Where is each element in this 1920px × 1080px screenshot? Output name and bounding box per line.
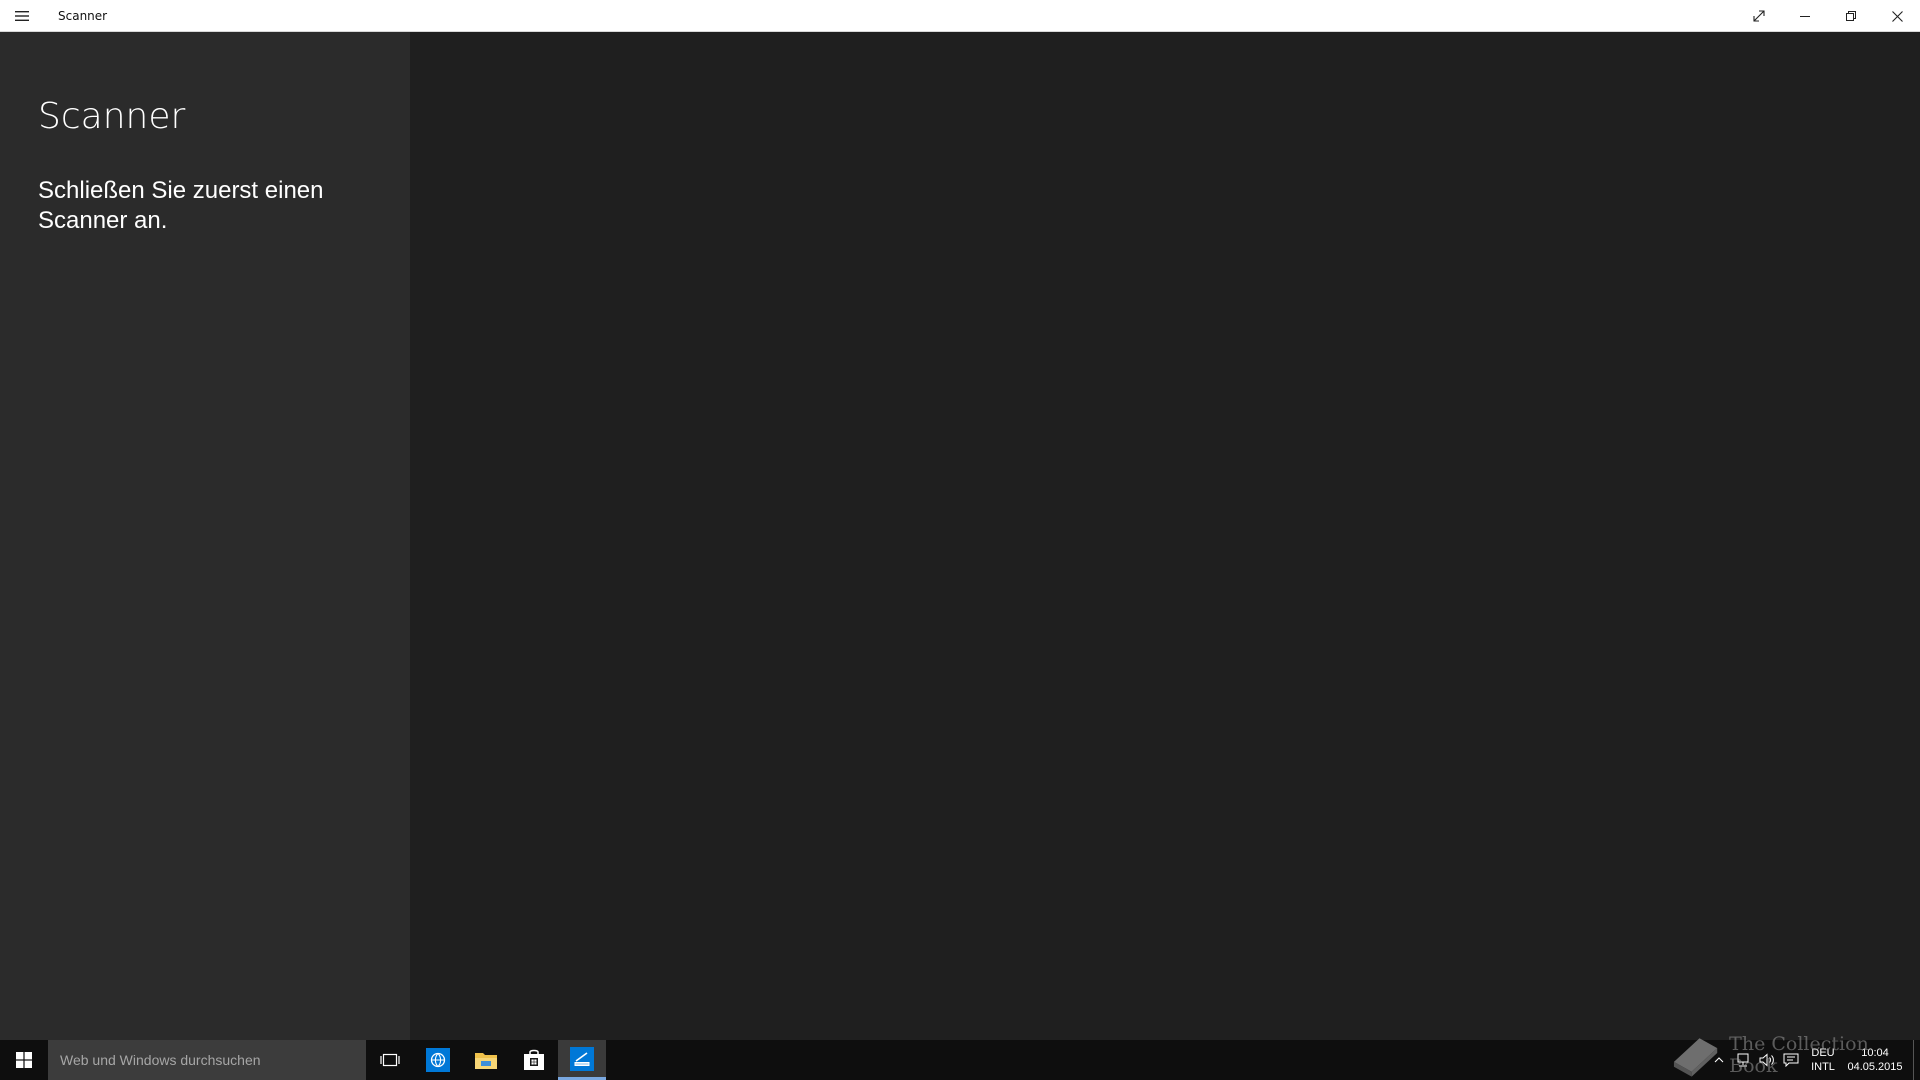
close-icon — [1891, 10, 1903, 22]
restore-icon — [1846, 11, 1856, 21]
taskbar-search-box[interactable]: Web und Windows durchsuchen — [48, 1040, 366, 1080]
watermark-text: The Collection Book — [1729, 1033, 1869, 1077]
taskbar-scanner-app[interactable] — [558, 1040, 606, 1080]
scanner-app-icon — [570, 1046, 594, 1071]
task-view-button[interactable] — [366, 1040, 414, 1080]
hamburger-menu-button[interactable] — [0, 0, 44, 32]
edge-browser-icon — [426, 1048, 450, 1072]
no-scanner-message: Schließen Sie zuerst einen Scanner an. — [38, 177, 324, 234]
start-button[interactable] — [0, 1040, 48, 1080]
windows-logo-icon — [16, 1052, 32, 1068]
title-bar: Scanner — [0, 0, 1920, 32]
taskbar-store[interactable] — [510, 1040, 558, 1080]
hamburger-icon — [15, 10, 29, 21]
book-icon — [1673, 1038, 1718, 1077]
full-screen-button[interactable] — [1736, 0, 1782, 32]
close-button[interactable] — [1874, 0, 1920, 32]
expand-icon — [1753, 10, 1765, 22]
minimize-icon — [1800, 16, 1810, 17]
watermark: The Collection Book — [1670, 1032, 1920, 1078]
left-pane: Scanner Schließen Sie zuerst einen Scann… — [0, 32, 410, 1040]
task-view-icon — [380, 1053, 400, 1067]
taskbar-browser-app[interactable] — [414, 1040, 462, 1080]
minimize-button[interactable] — [1782, 0, 1828, 32]
search-placeholder: Web und Windows durchsuchen — [60, 1052, 261, 1068]
store-icon — [524, 1049, 544, 1070]
file-explorer-icon — [475, 1053, 497, 1069]
restore-button[interactable] — [1828, 0, 1874, 32]
caption-buttons — [1736, 0, 1920, 32]
main-content-area — [410, 32, 1920, 1040]
pane-heading: Scanner — [38, 96, 186, 137]
taskbar-file-explorer[interactable] — [462, 1040, 510, 1080]
window-title: Scanner — [58, 8, 108, 23]
taskbar: Web und Windows durchsuchen DEU INTL 10:… — [0, 1040, 1920, 1080]
